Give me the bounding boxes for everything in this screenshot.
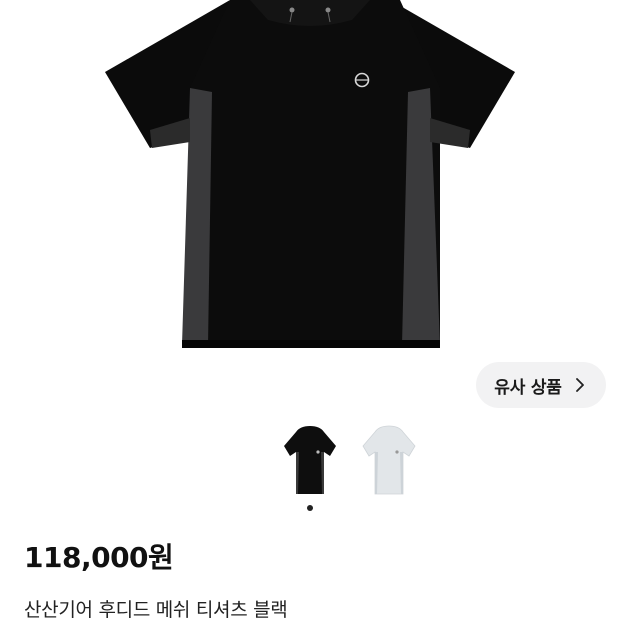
product-price: 118,000원: [24, 541, 174, 574]
thumbnail-light-gray[interactable]: [355, 424, 423, 500]
product-title: 산산기어 후디드 메쉬 티셔츠 블랙: [24, 599, 288, 621]
similar-products-label: 유사 상품: [494, 377, 562, 398]
color-thumbnails: [0, 424, 620, 504]
tshirt-image: [105, 0, 515, 348]
chevron-right-icon: [575, 378, 584, 392]
thumbnail-black[interactable]: [276, 424, 344, 500]
similar-products-button[interactable]: 유사 상품: [476, 362, 606, 408]
gallery-indicator-dot: [307, 505, 313, 511]
product-main-image[interactable]: [0, 0, 620, 360]
